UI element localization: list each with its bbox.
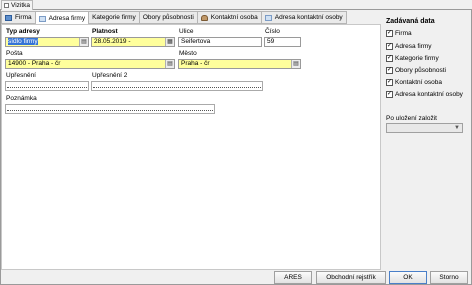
window-title: Vizitka: [11, 2, 31, 9]
checkbox-checked-icon[interactable]: ✓: [386, 43, 393, 50]
posta-label: Pošta: [6, 50, 23, 57]
sidebar-item-label: Obory působnosti: [395, 67, 446, 74]
cislo-value: 59: [267, 38, 275, 45]
tab-adresa-firmy[interactable]: Adresa firmy: [35, 11, 90, 25]
sidebar-item-label: Firma: [395, 30, 412, 37]
address-form-panel: Typ adresy sídlo firmy ▤ Platnost 28.05.…: [1, 24, 381, 270]
platnost-value: 28.05.2019 -: [94, 38, 131, 45]
typ-adresy-select[interactable]: sídlo firmy ▤: [5, 37, 89, 47]
obchodni-rejstrik-button[interactable]: Obchodní rejstřík: [316, 271, 386, 284]
sidebar-item-kontaktni-osoba[interactable]: ✓ Kontaktní osoba: [386, 79, 442, 86]
tab-label: Adresa firmy: [48, 15, 86, 22]
tab-label: Kategorie firmy: [92, 14, 136, 21]
upresneni2-label: Upřesnění 2: [92, 72, 128, 79]
upresneni2-input[interactable]: [91, 81, 263, 91]
typ-adresy-value: sídlo firmy: [8, 38, 38, 45]
after-save-label: Po uložení založit: [386, 115, 437, 122]
envelope-icon: [38, 15, 46, 22]
ulice-label: Ulice: [179, 28, 194, 35]
typ-adresy-label: Typ adresy: [6, 28, 40, 35]
entered-data-sidebar: Zadávaná data ✓ Firma ✓ Adresa firmy ✓ K…: [383, 16, 470, 270]
calendar-icon[interactable]: ▦: [165, 38, 174, 46]
sidebar-item-label: Kategorie firmy: [395, 55, 439, 62]
document-icon: [5, 14, 12, 21]
ulice-input[interactable]: Seifertova: [178, 37, 262, 47]
posta-select[interactable]: 14900 - Praha - čr ▤: [5, 59, 175, 69]
tab-obory-pusobnosti[interactable]: Obory působnosti: [139, 11, 198, 24]
chevron-down-icon: ▼: [454, 125, 460, 131]
sidebar-item-label: Adresa kontaktní osoby: [395, 91, 463, 98]
checkbox-checked-icon[interactable]: ✓: [386, 67, 393, 74]
sidebar-item-firma[interactable]: ✓ Firma: [386, 30, 412, 37]
cislo-label: Číslo: [265, 28, 280, 35]
window-icon: [4, 3, 9, 8]
person-icon: [200, 14, 208, 21]
sidebar-item-label: Kontaktní osoba: [395, 79, 442, 86]
tab-kategorie-firmy[interactable]: Kategorie firmy: [89, 11, 140, 24]
tab-kontaktni-osoba[interactable]: Kontaktní osoba: [197, 11, 262, 24]
list-picker-icon[interactable]: ▤: [165, 60, 174, 68]
upresneni-label: Upřesnění: [6, 72, 36, 79]
poznamka-input[interactable]: [5, 104, 215, 114]
posta-value: 14900 - Praha - čr: [8, 60, 61, 67]
mesto-label: Město: [179, 50, 197, 57]
upresneni-input[interactable]: [5, 81, 89, 91]
window-title-tab[interactable]: Vizitka: [1, 0, 33, 10]
sidebar-item-label: Adresa firmy: [395, 43, 432, 50]
tab-label: Firma: [15, 14, 32, 21]
sidebar-item-adresa-firmy[interactable]: ✓ Adresa firmy: [386, 43, 431, 50]
sidebar-title: Zadávaná data: [386, 18, 435, 25]
platnost-label: Platnost: [92, 28, 118, 35]
envelope-icon: [264, 14, 272, 21]
poznamka-label: Poznámka: [6, 95, 37, 102]
mesto-value: Praha - čr: [181, 60, 210, 67]
tab-firma[interactable]: Firma: [1, 11, 36, 24]
after-save-select[interactable]: ▼: [386, 123, 463, 133]
ok-button[interactable]: OK: [389, 271, 427, 284]
mesto-select[interactable]: Praha - čr ▤: [178, 59, 301, 69]
checkbox-checked-icon[interactable]: ✓: [386, 55, 393, 62]
list-picker-icon[interactable]: ▤: [291, 60, 300, 68]
tab-adresa-kontaktni-osoby[interactable]: Adresa kontaktní osoby: [261, 11, 347, 24]
tab-label: Adresa kontaktní osoby: [274, 14, 343, 21]
sidebar-item-adresa-kontaktni-osoby[interactable]: ✓ Adresa kontaktní osoby: [386, 91, 463, 98]
sidebar-item-obory[interactable]: ✓ Obory působnosti: [386, 67, 446, 74]
cislo-input[interactable]: 59: [264, 37, 301, 47]
tab-label: Kontaktní osoba: [210, 14, 258, 21]
checkbox-checked-icon[interactable]: ✓: [386, 79, 393, 86]
tab-bar: Firma Adresa firmy Kategorie firmy Obory…: [1, 11, 347, 25]
storno-button[interactable]: Storno: [430, 271, 468, 284]
list-picker-icon[interactable]: ▤: [79, 38, 88, 46]
platnost-field[interactable]: 28.05.2019 - ▦: [91, 37, 175, 47]
tab-label: Obory působnosti: [142, 14, 194, 21]
ares-button[interactable]: ARES: [274, 271, 312, 284]
ulice-value: Seifertova: [181, 38, 211, 45]
checkbox-checked-icon[interactable]: ✓: [386, 91, 393, 98]
checkbox-checked-icon[interactable]: ✓: [386, 30, 393, 37]
sidebar-item-kategorie-firmy[interactable]: ✓ Kategorie firmy: [386, 55, 439, 62]
